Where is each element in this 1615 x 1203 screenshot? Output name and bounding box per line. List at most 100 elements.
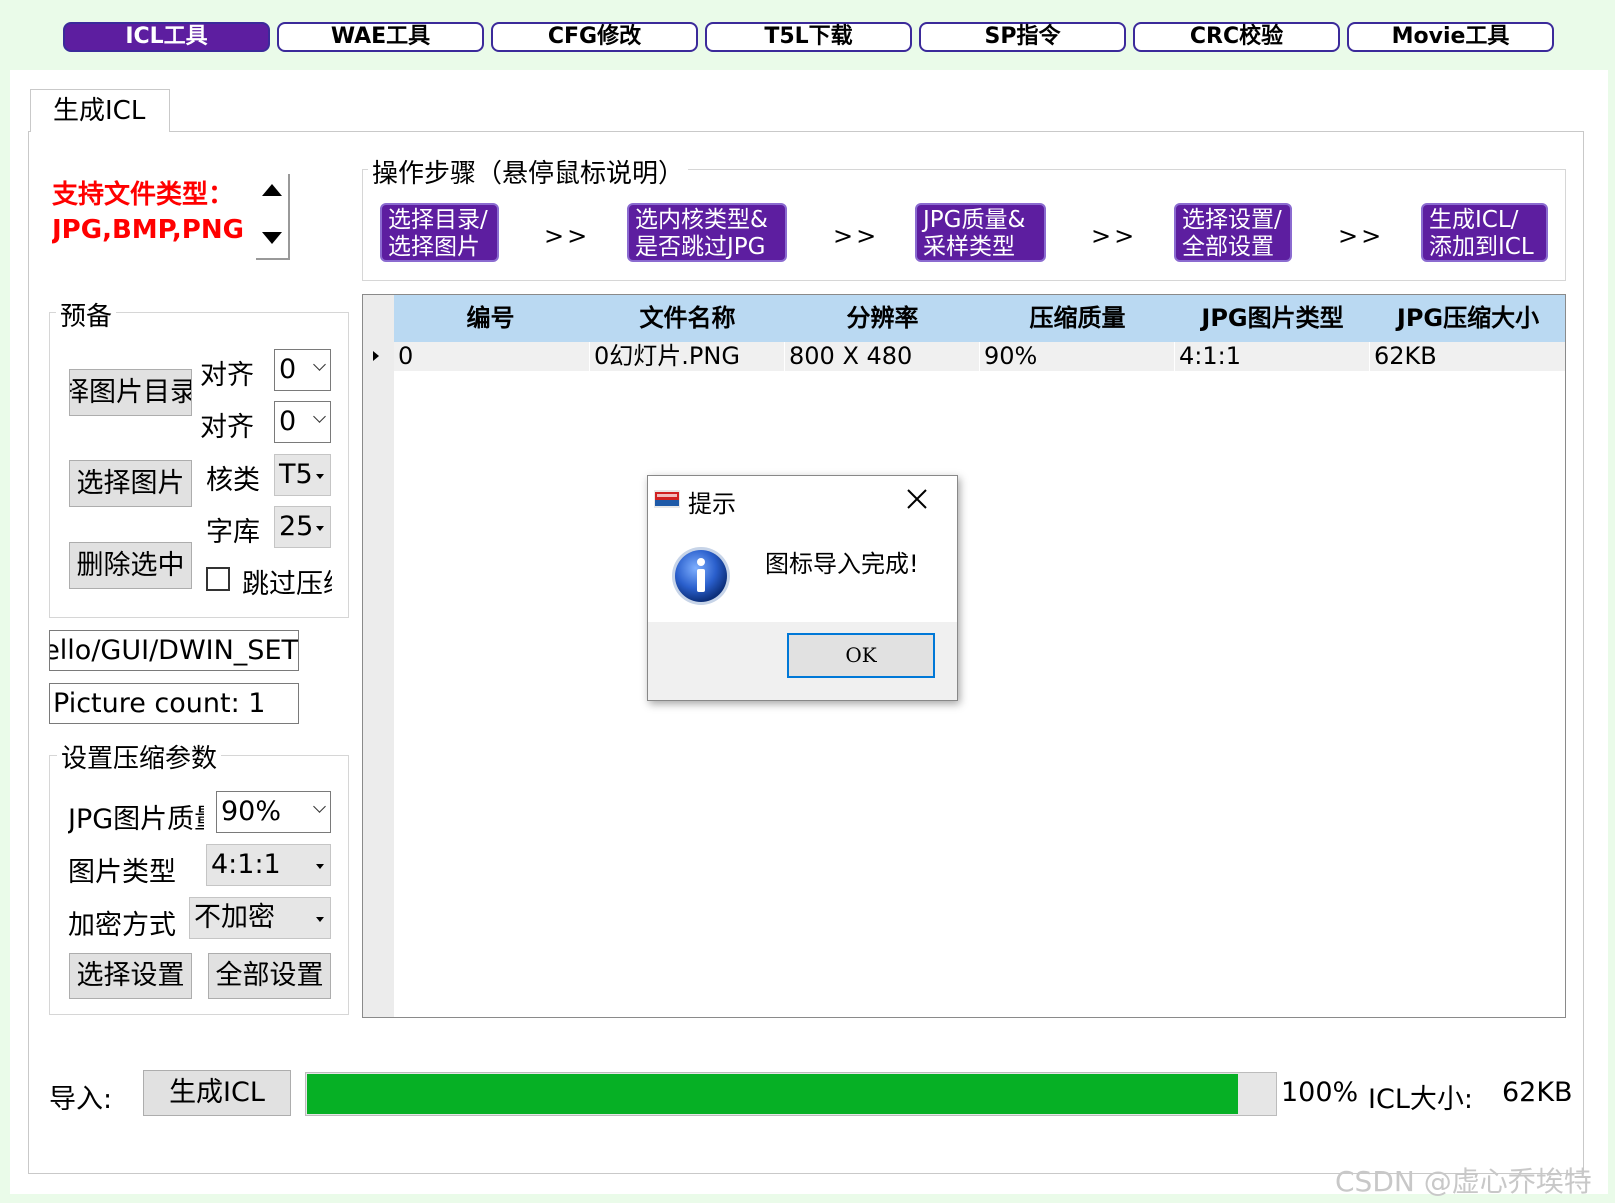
core-type-value: T5 [279, 459, 313, 490]
supported-types-scrollbar[interactable] [256, 174, 290, 260]
tab-t5l-download[interactable]: T5L下载 [705, 22, 912, 52]
step-line: 选择图片 [388, 234, 480, 260]
dropdown-arrow-icon [316, 474, 324, 479]
align2-value: 0 [279, 406, 297, 437]
ok-button[interactable]: OK [787, 633, 935, 678]
chevron-down-icon [313, 410, 326, 423]
step-line: 生成ICL/ [1429, 207, 1519, 233]
step-separator: >> [1091, 222, 1138, 250]
align2-label: 对齐 [200, 405, 270, 444]
table-cell: 90% [980, 342, 1175, 371]
table-cell: 4:1:1 [1175, 342, 1370, 371]
table-row[interactable]: 0 0幻灯片.PNG 800 X 480 90% 4:1:1 62KB [394, 342, 1565, 371]
font-lib-label: 字库 [206, 517, 260, 548]
picture-count-field[interactable]: Picture count: 1 [49, 683, 299, 724]
step-line: 是否跳过JPG [635, 234, 766, 260]
step-jpg-quality-button[interactable]: JPG质量& 采样类型 [915, 203, 1046, 262]
compress-legend: 设置压缩参数 [57, 738, 222, 775]
step-line: 采样类型 [923, 234, 1015, 260]
tab-cfg-edit[interactable]: CFG修改 [491, 22, 698, 52]
dialog-message: 图标导入完成! [765, 550, 919, 578]
step-line: 选择目录/ [388, 207, 488, 233]
tab-icl-tool[interactable]: ICL工具 [63, 22, 270, 52]
generate-icl-button[interactable]: 生成ICL [143, 1070, 291, 1116]
select-image-button[interactable]: 选择图片 [69, 460, 192, 507]
column-header[interactable]: 编号 [394, 295, 587, 342]
supported-types-list: JPG,BMP,PNG [52, 215, 244, 245]
dialog-app-icon [654, 490, 680, 508]
column-header[interactable]: 分辨率 [785, 295, 980, 342]
step-line: 选内核类型& [635, 207, 768, 233]
dropdown-arrow-icon [316, 917, 324, 922]
skip-compress-checkbox[interactable] [206, 567, 230, 591]
tab-wae-tool[interactable]: WAE工具 [277, 22, 484, 52]
dialog-title: 提示 [688, 490, 736, 518]
progress-percent: 100% [1281, 1077, 1359, 1108]
tab-crc-check[interactable]: CRC校验 [1133, 22, 1340, 52]
watermark: CSDN @虚心乔埃特 [1335, 1165, 1592, 1198]
image-type-value: 4:1:1 [211, 849, 281, 880]
select-directory-button[interactable]: 择图片目录 [69, 369, 192, 416]
align2-label-text: 对齐 [200, 412, 254, 443]
jpg-quality-select[interactable]: 90% [216, 791, 331, 833]
step-select-dir-button[interactable]: 选择目录/ 选择图片 [380, 203, 499, 262]
table-cell: 0幻灯片.PNG [590, 342, 785, 371]
table-cell: 62KB [1370, 342, 1565, 371]
info-dialog: 提示 图标导入完成! OK [647, 475, 958, 701]
tab-generate-icl[interactable]: 生成ICL [30, 89, 170, 132]
core-type-select[interactable]: T5 [274, 454, 331, 496]
step-separator: >> [1338, 222, 1385, 250]
font-lib-select[interactable]: 25 [274, 506, 331, 548]
image-type-select[interactable]: 4:1:1 [206, 844, 331, 886]
align2-select[interactable]: 0 [274, 401, 331, 443]
supported-types-text: 支持文件类型： JPG,BMP,PNG [52, 178, 246, 258]
column-header[interactable]: 文件名称 [590, 295, 785, 342]
image-type-label: 图片类型 [68, 857, 176, 888]
column-header[interactable]: JPG压缩大小 [1370, 295, 1565, 342]
encrypt-value: 不加密 [194, 902, 275, 933]
progress-bar [305, 1072, 1277, 1116]
align1-select[interactable]: 0 [274, 349, 331, 391]
jpg-quality-label: JPG图片质量 [68, 804, 204, 835]
row-header-column [363, 295, 394, 1017]
step-core-type-button[interactable]: 选内核类型& 是否跳过JPG [627, 203, 787, 262]
delete-selected-button[interactable]: 删除选中 [69, 542, 192, 589]
core-type-label: 核类 [206, 465, 260, 496]
step-line: JPG质量& [923, 207, 1026, 233]
encrypt-label: 加密方式 [68, 910, 176, 941]
dropdown-arrow-icon [316, 864, 324, 869]
encrypt-select[interactable]: 不加密 [189, 897, 331, 939]
path-field[interactable]: ello/GUI/DWIN_SET [49, 630, 299, 671]
chevron-down-icon [313, 800, 326, 813]
step-line: 全部设置 [1182, 234, 1274, 260]
row-pointer-icon [373, 351, 379, 361]
progress-fill [307, 1074, 1238, 1114]
image-table[interactable]: 编号 文件名称 分辨率 压缩质量 JPG图片类型 JPG压缩大小 0 0幻灯片.… [362, 294, 1566, 1018]
steps-legend: 操作步骤（悬停鼠标说明） [368, 153, 689, 190]
table-cell: 0 [394, 342, 590, 371]
select-settings-button[interactable]: 选择设置 [69, 953, 192, 999]
dropdown-arrow-icon [316, 526, 324, 531]
column-header[interactable]: 压缩质量 [980, 295, 1175, 342]
font-lib-value: 25 [279, 511, 314, 542]
jpg-quality-value: 90% [221, 796, 282, 827]
import-label: 导入: [49, 1084, 113, 1115]
step-generate-icl-button[interactable]: 生成ICL/ 添加到ICL [1421, 203, 1548, 262]
scroll-up-arrow-icon[interactable] [262, 184, 282, 196]
close-icon[interactable] [904, 486, 930, 512]
scroll-down-arrow-icon[interactable] [262, 232, 282, 244]
step-separator: >> [833, 222, 880, 250]
prep-legend: 预备 [56, 296, 117, 333]
column-header[interactable]: JPG图片类型 [1175, 295, 1370, 342]
table-cell: 800 X 480 [785, 342, 980, 371]
info-icon [670, 545, 732, 607]
tab-sp-command[interactable]: SP指令 [919, 22, 1126, 52]
align1-value: 0 [279, 354, 297, 385]
step-line: 添加到ICL [1429, 234, 1534, 260]
all-settings-button[interactable]: 全部设置 [208, 953, 331, 999]
path-field-text: ello/GUI/DWIN_SET [49, 635, 298, 666]
step-settings-button[interactable]: 选择设置/ 全部设置 [1174, 203, 1292, 262]
step-separator: >> [544, 222, 591, 250]
tab-movie-tool[interactable]: Movie工具 [1347, 22, 1554, 52]
step-line: 选择设置/ [1182, 207, 1282, 233]
